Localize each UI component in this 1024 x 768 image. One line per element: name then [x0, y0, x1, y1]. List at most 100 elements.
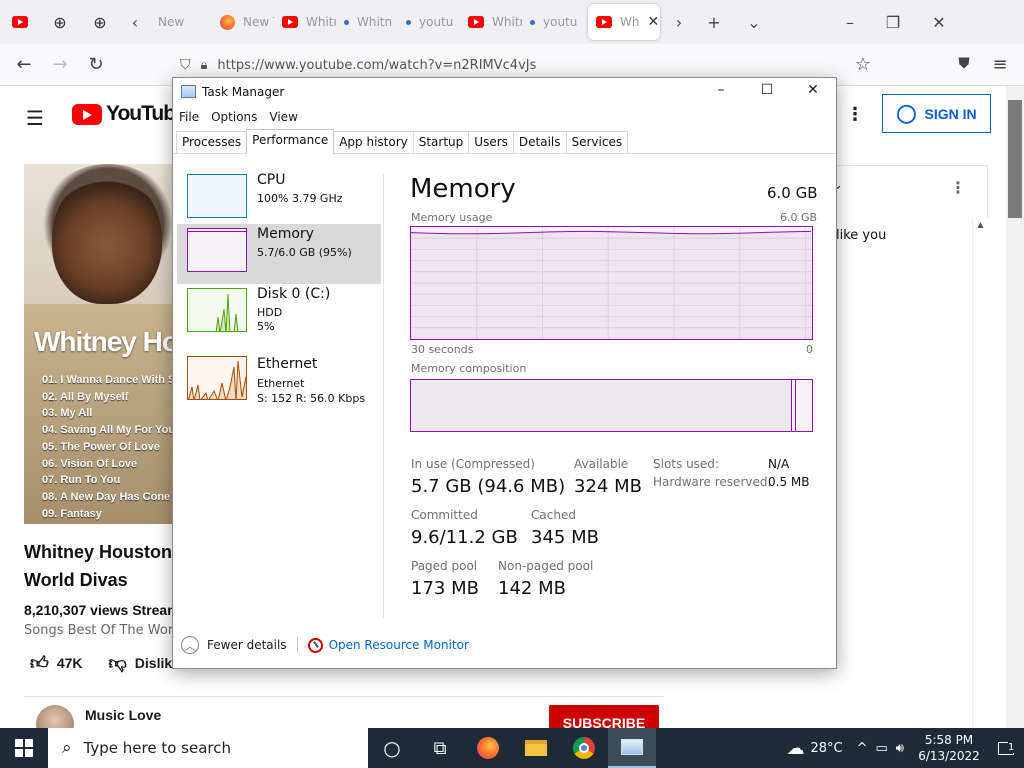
channel-avatar[interactable]	[36, 705, 74, 728]
track-line: 07. Run To You	[42, 474, 121, 487]
tab-item[interactable]: youtu	[522, 4, 584, 40]
tray-chevron-up-icon[interactable]: ^	[857, 741, 868, 756]
tab-item[interactable]: New	[150, 4, 212, 40]
taskbar-search-box[interactable]: ⌕ Type here to search	[48, 728, 368, 768]
tm-titlebar[interactable]: Task Manager – ☐ ✕	[173, 78, 836, 106]
menu-options[interactable]: Options	[205, 107, 263, 129]
shield-icon[interactable]: ⛉	[180, 57, 191, 73]
tab-label: Whitn	[306, 15, 336, 29]
tm-minimize-icon[interactable]: –	[705, 82, 737, 102]
tab-list-chevron-icon[interactable]: ⌄	[734, 13, 774, 32]
graph-time-label: 30 seconds	[411, 343, 474, 356]
task-manager-taskbar-icon[interactable]	[608, 728, 656, 768]
available-label: Available	[574, 457, 629, 471]
fewer-details-link[interactable]: Fewer details	[207, 638, 287, 652]
perf-item-memory[interactable]: Memory 5.7/6.0 GB (95%)	[177, 224, 381, 284]
tab-scroll-right-icon[interactable]: ›	[664, 13, 694, 32]
memory-usage-svg	[410, 227, 812, 339]
tab-performance[interactable]: Performance	[246, 129, 335, 154]
tab-pinned-globe-1[interactable]: ⊕	[40, 4, 80, 40]
perf-item-cpu[interactable]: CPU 100% 3.79 GHz	[177, 170, 381, 230]
perf-item-detail: HDD	[257, 306, 283, 319]
side-scroll-up-icon[interactable]: ▲	[973, 220, 988, 229]
thumbs-up-icon[interactable]: 👍︎	[30, 652, 49, 674]
side-panel-scrollbar[interactable]: ▲	[972, 218, 988, 728]
start-button[interactable]	[0, 728, 48, 768]
tab-processes[interactable]: Processes	[176, 131, 248, 153]
weather-cloud-icon[interactable]: ☁	[786, 738, 804, 759]
tab-pinned-youtube[interactable]	[0, 4, 40, 40]
pocket-icon[interactable]: ⛊	[946, 54, 982, 72]
tab-item[interactable]: Whitn	[336, 4, 398, 40]
tab-item[interactable]: New T	[212, 4, 274, 40]
menu-view[interactable]: View	[263, 107, 303, 129]
window-close-icon[interactable]: ✕	[916, 13, 962, 32]
thumbs-down-icon[interactable]: 👎︎	[109, 652, 127, 674]
tm-maximize-icon[interactable]: ☐	[751, 82, 783, 102]
cortana-icon[interactable]: ○	[368, 728, 416, 768]
tab-details[interactable]: Details	[512, 131, 567, 153]
lock-icon[interactable]: 🔒︎	[201, 58, 208, 73]
chrome-taskbar-icon[interactable]	[560, 728, 608, 768]
volume-icon[interactable]: 🔊︎	[896, 741, 904, 756]
hardware-reserved-label: Hardware reserved:	[653, 475, 772, 489]
subscribe-button[interactable]: SUBSCRIBE	[549, 705, 659, 728]
perf-item-detail: Ethernet	[257, 377, 305, 390]
perf-item-disk[interactable]: Disk 0 (C:) HDD 5%	[177, 284, 381, 344]
tab-label: New T	[243, 15, 274, 29]
tab-item[interactable]: Whitn	[274, 4, 336, 40]
task-view-icon[interactable]: ⧉	[416, 728, 464, 768]
yt-settings-kebab-icon[interactable]: ⋮	[846, 104, 864, 125]
tab-services[interactable]: Services	[565, 131, 629, 153]
tab-active[interactable]: Wh ✕	[588, 4, 660, 40]
thumbnail-artist-name: Whitney Ho	[34, 326, 179, 357]
tab-pinned-globe-2[interactable]: ⊕	[80, 4, 120, 40]
folder-icon	[525, 740, 547, 756]
url-text[interactable]: https://www.youtube.com/watch?v=n2RIMVc4…	[217, 58, 536, 73]
side-panel-kebab-icon[interactable]: ⋮	[950, 178, 966, 197]
tab-label: New	[158, 15, 185, 29]
notification-center[interactable]: 1	[988, 728, 1024, 768]
back-icon[interactable]: ←	[6, 54, 42, 75]
disk-mini-graph-line	[215, 293, 239, 331]
weather-temperature[interactable]: 28°C	[810, 741, 842, 756]
tab-close-icon[interactable]: ✕	[647, 14, 659, 30]
yt-guide-menu-icon[interactable]: ☰	[26, 106, 44, 130]
globe-icon: ⊕	[93, 12, 107, 32]
reload-icon[interactable]: ↻	[78, 54, 114, 75]
tab-item[interactable]: youtu	[398, 4, 460, 40]
page-scrollbar[interactable]	[1006, 86, 1024, 728]
open-resource-monitor-link[interactable]: Open Resource Monitor	[329, 638, 469, 652]
bookmark-star-icon[interactable]: ☆	[845, 54, 881, 75]
resource-monitor-icon[interactable]	[307, 637, 323, 653]
tab-app-history[interactable]: App history	[333, 131, 414, 153]
youtube-logo[interactable]: YouTube	[72, 102, 187, 126]
hamburger-menu-icon[interactable]: ≡	[982, 54, 1018, 75]
channel-name[interactable]: Music Love	[85, 707, 161, 723]
file-explorer-icon[interactable]	[512, 728, 560, 768]
task-manager-icon	[181, 85, 196, 98]
tm-close-icon[interactable]: ✕	[797, 82, 829, 102]
memory-usage-label: Memory usage	[411, 211, 493, 224]
tab-users[interactable]: Users	[468, 131, 514, 153]
tab-startup[interactable]: Startup	[412, 131, 470, 153]
sign-in-button[interactable]: ◯ SIGN IN	[882, 94, 991, 133]
window-minimize-icon[interactable]: –	[830, 13, 870, 32]
like-count[interactable]: 47K	[57, 655, 83, 671]
taskbar-clock[interactable]: 5:58 PM 6/13/2022	[910, 732, 988, 764]
video-thumbnail[interactable]: Whitney Ho 01. I Wanna Dance With S 02. …	[24, 164, 184, 524]
url-bar[interactable]: ⛉ 🔒︎ https://www.youtube.com/watch?v=n2R…	[180, 50, 880, 80]
menu-file[interactable]: File	[173, 107, 205, 129]
window-restore-icon[interactable]: ❐	[870, 13, 916, 32]
tab-item[interactable]: Whitn	[460, 4, 522, 40]
firefox-taskbar-icon[interactable]	[464, 728, 512, 768]
new-tab-icon[interactable]: +	[694, 13, 734, 32]
perf-item-ethernet[interactable]: Ethernet Ethernet S: 152 R: 56.0 Kbps	[177, 348, 381, 408]
tab-scroll-left-icon[interactable]: ‹	[120, 13, 150, 32]
page-scrollbar-thumb[interactable]	[1008, 100, 1022, 218]
footer-separator	[296, 637, 298, 653]
chevron-up-icon[interactable]: ︿	[181, 636, 199, 654]
forward-icon[interactable]: →	[42, 54, 78, 75]
network-icon[interactable]: ▭	[876, 741, 888, 756]
track-line: 01. I Wanna Dance With S	[42, 374, 176, 386]
